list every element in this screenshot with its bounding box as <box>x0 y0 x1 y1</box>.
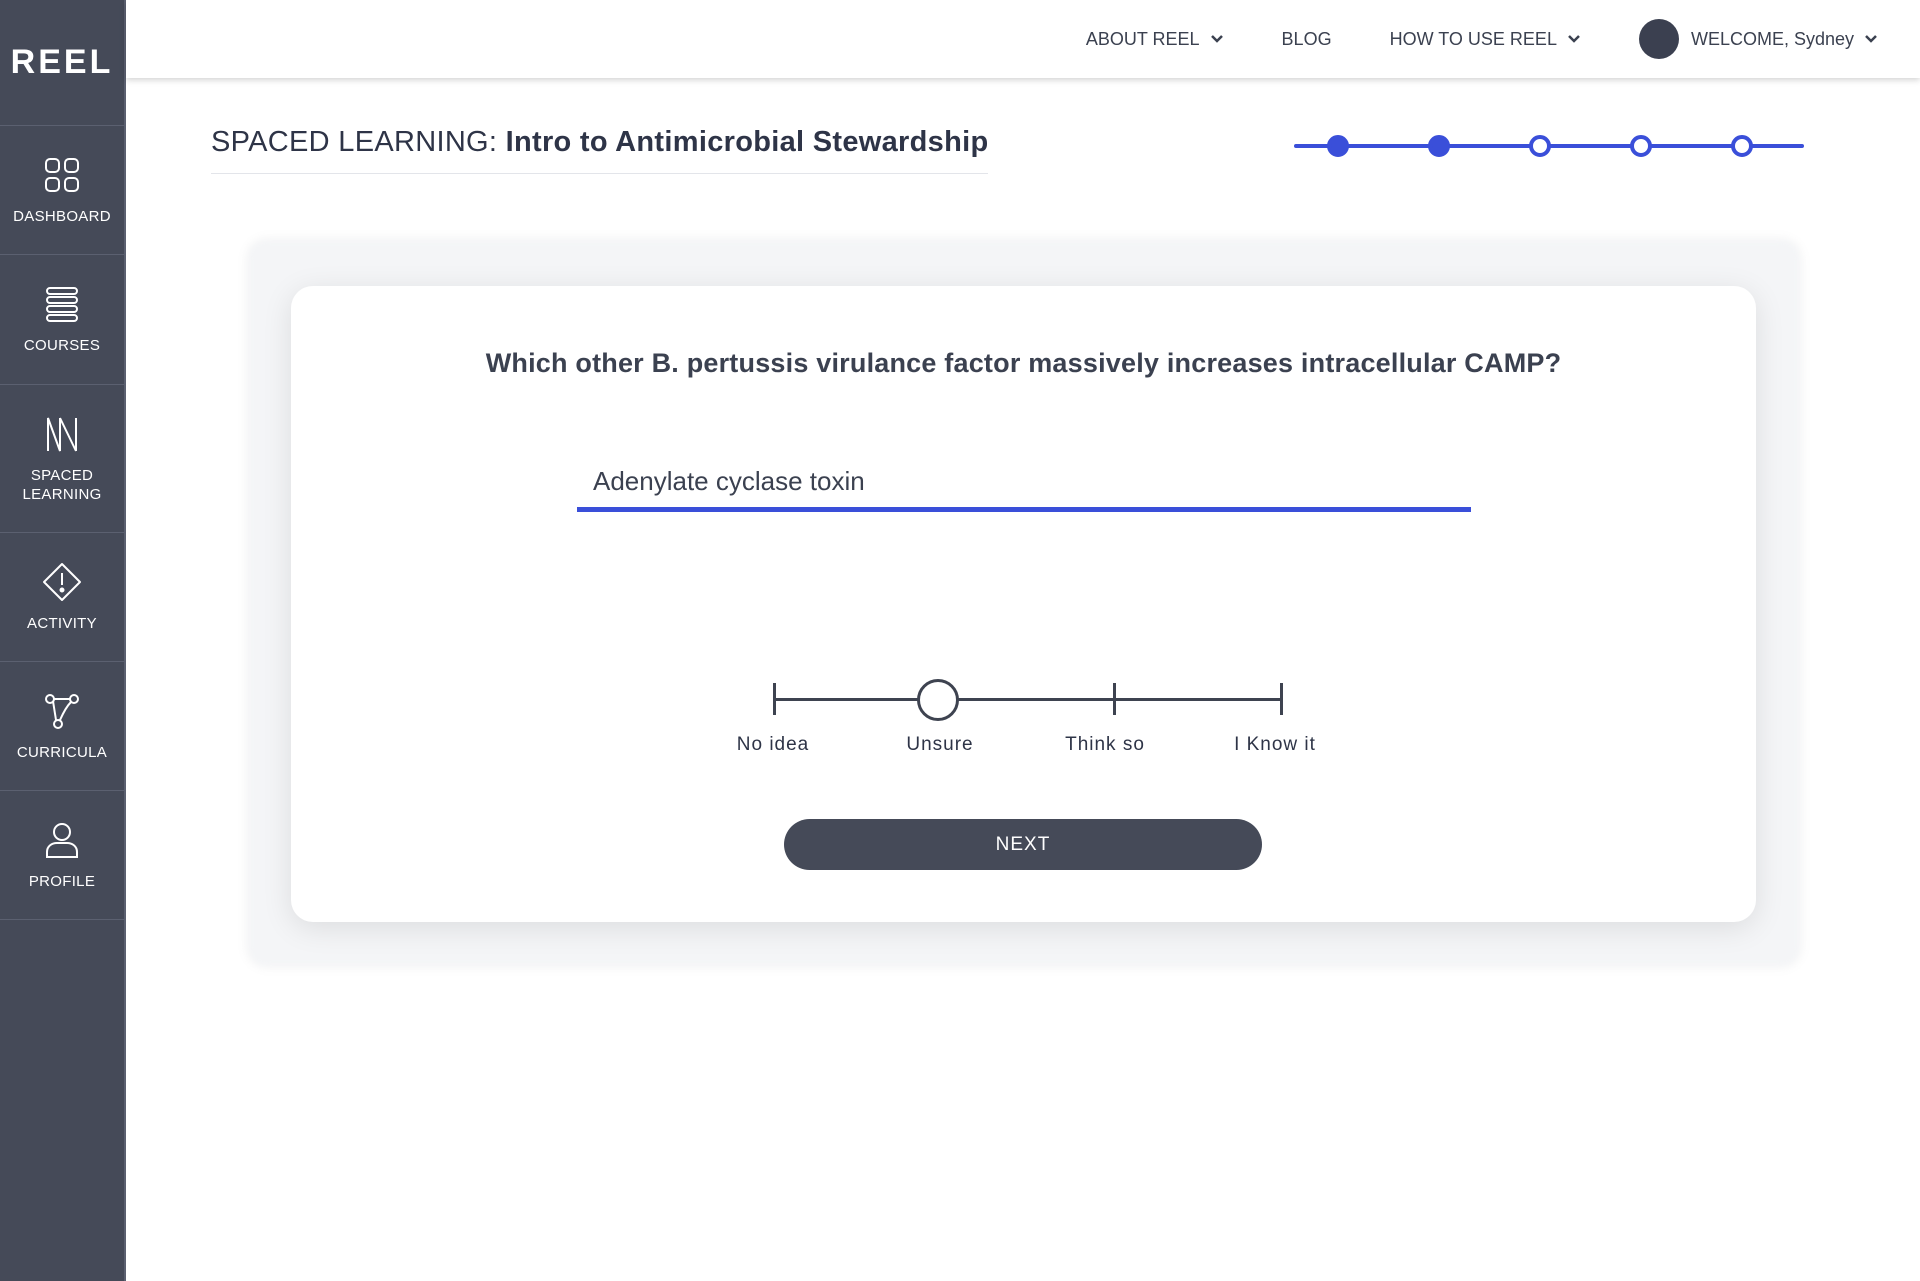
sidebar-item-courses[interactable]: COURSES <box>0 255 124 385</box>
about-reel-label: ABOUT REEL <box>1085 28 1200 49</box>
confidence-option-label[interactable]: Think so <box>1065 734 1145 756</box>
question-text: Which other B. pertussis virulance facto… <box>485 348 1562 378</box>
alert-diamond-icon <box>43 562 81 601</box>
sidebar-item-label: DASHBOARD <box>13 207 111 225</box>
user-menu[interactable]: WELCOME, Sydney <box>1638 19 1878 59</box>
list-icon <box>46 287 78 322</box>
how-to-use-menu[interactable]: HOW TO USE REEL <box>1390 29 1581 50</box>
chevron-down-icon <box>1210 35 1223 43</box>
sidebar: REEL DASHBOARD COURSES SPACED LEARNING A… <box>0 0 126 1281</box>
progress-step <box>1428 135 1450 157</box>
sidebar-item-label: CURRICULA <box>16 743 108 761</box>
slider-tick[interactable] <box>1113 683 1116 715</box>
sidebar-item-label: PROFILE <box>28 872 96 890</box>
sidebar-item-profile[interactable]: PROFILE <box>0 791 124 920</box>
nodes-icon <box>45 693 79 729</box>
sidebar-item-dashboard[interactable]: DASHBOARD <box>0 126 124 255</box>
confidence-option-label[interactable]: I Know it <box>1234 734 1316 756</box>
chevron-down-icon <box>1865 35 1877 43</box>
question-card: Which other B. pertussis virulance facto… <box>291 286 1756 922</box>
page-title: SPACED LEARNING: Intro to Antimicrobial … <box>211 126 989 174</box>
spaced-learning-icon <box>47 417 77 451</box>
progress-stepper <box>1294 131 1804 161</box>
slider-tick[interactable] <box>773 683 776 715</box>
user-icon <box>46 822 78 858</box>
confidence-slider[interactable]: No idea Unsure Think so I Know it <box>737 679 1315 759</box>
sidebar-item-label: COURSES <box>23 337 101 354</box>
sidebar-item-spaced-learning[interactable]: SPACED LEARNING <box>0 385 124 533</box>
about-reel-menu[interactable]: ABOUT REEL <box>1086 29 1224 50</box>
progress-step <box>1630 135 1652 157</box>
answer-field <box>577 456 1471 512</box>
progress-step <box>1731 135 1753 157</box>
page-title-prefix: SPACED LEARNING: <box>211 126 498 158</box>
course-title: Intro to Antimicrobial Stewardship <box>505 126 989 158</box>
avatar <box>1638 19 1679 59</box>
reel-logo[interactable]: REEL <box>0 0 124 126</box>
grid-icon <box>45 157 79 192</box>
slider-track <box>773 698 1283 701</box>
blog-link[interactable]: BLOG <box>1282 29 1332 50</box>
slider-tick[interactable] <box>1280 683 1283 715</box>
next-button[interactable]: NEXT <box>784 819 1262 870</box>
answer-input[interactable] <box>577 456 1471 507</box>
progress-step <box>1327 135 1349 157</box>
sidebar-item-curricula[interactable]: CURRICULA <box>0 662 124 791</box>
sidebar-item-label: ACTIVITY <box>27 614 97 632</box>
welcome-label: WELCOME, Sydney <box>1690 28 1854 49</box>
how-to-use-label: HOW TO USE REEL <box>1389 28 1557 49</box>
confidence-option-label[interactable]: No idea <box>737 734 810 756</box>
sidebar-item-activity[interactable]: ACTIVITY <box>0 533 124 662</box>
top-bar: ABOUT REEL BLOG HOW TO USE REEL WELCOME,… <box>126 0 1920 78</box>
sidebar-item-label: SPACED LEARNING <box>22 466 102 503</box>
confidence-option-label[interactable]: Unsure <box>906 734 973 756</box>
progress-step <box>1529 135 1551 157</box>
slider-thumb[interactable] <box>917 679 959 721</box>
chevron-down-icon <box>1568 35 1580 43</box>
